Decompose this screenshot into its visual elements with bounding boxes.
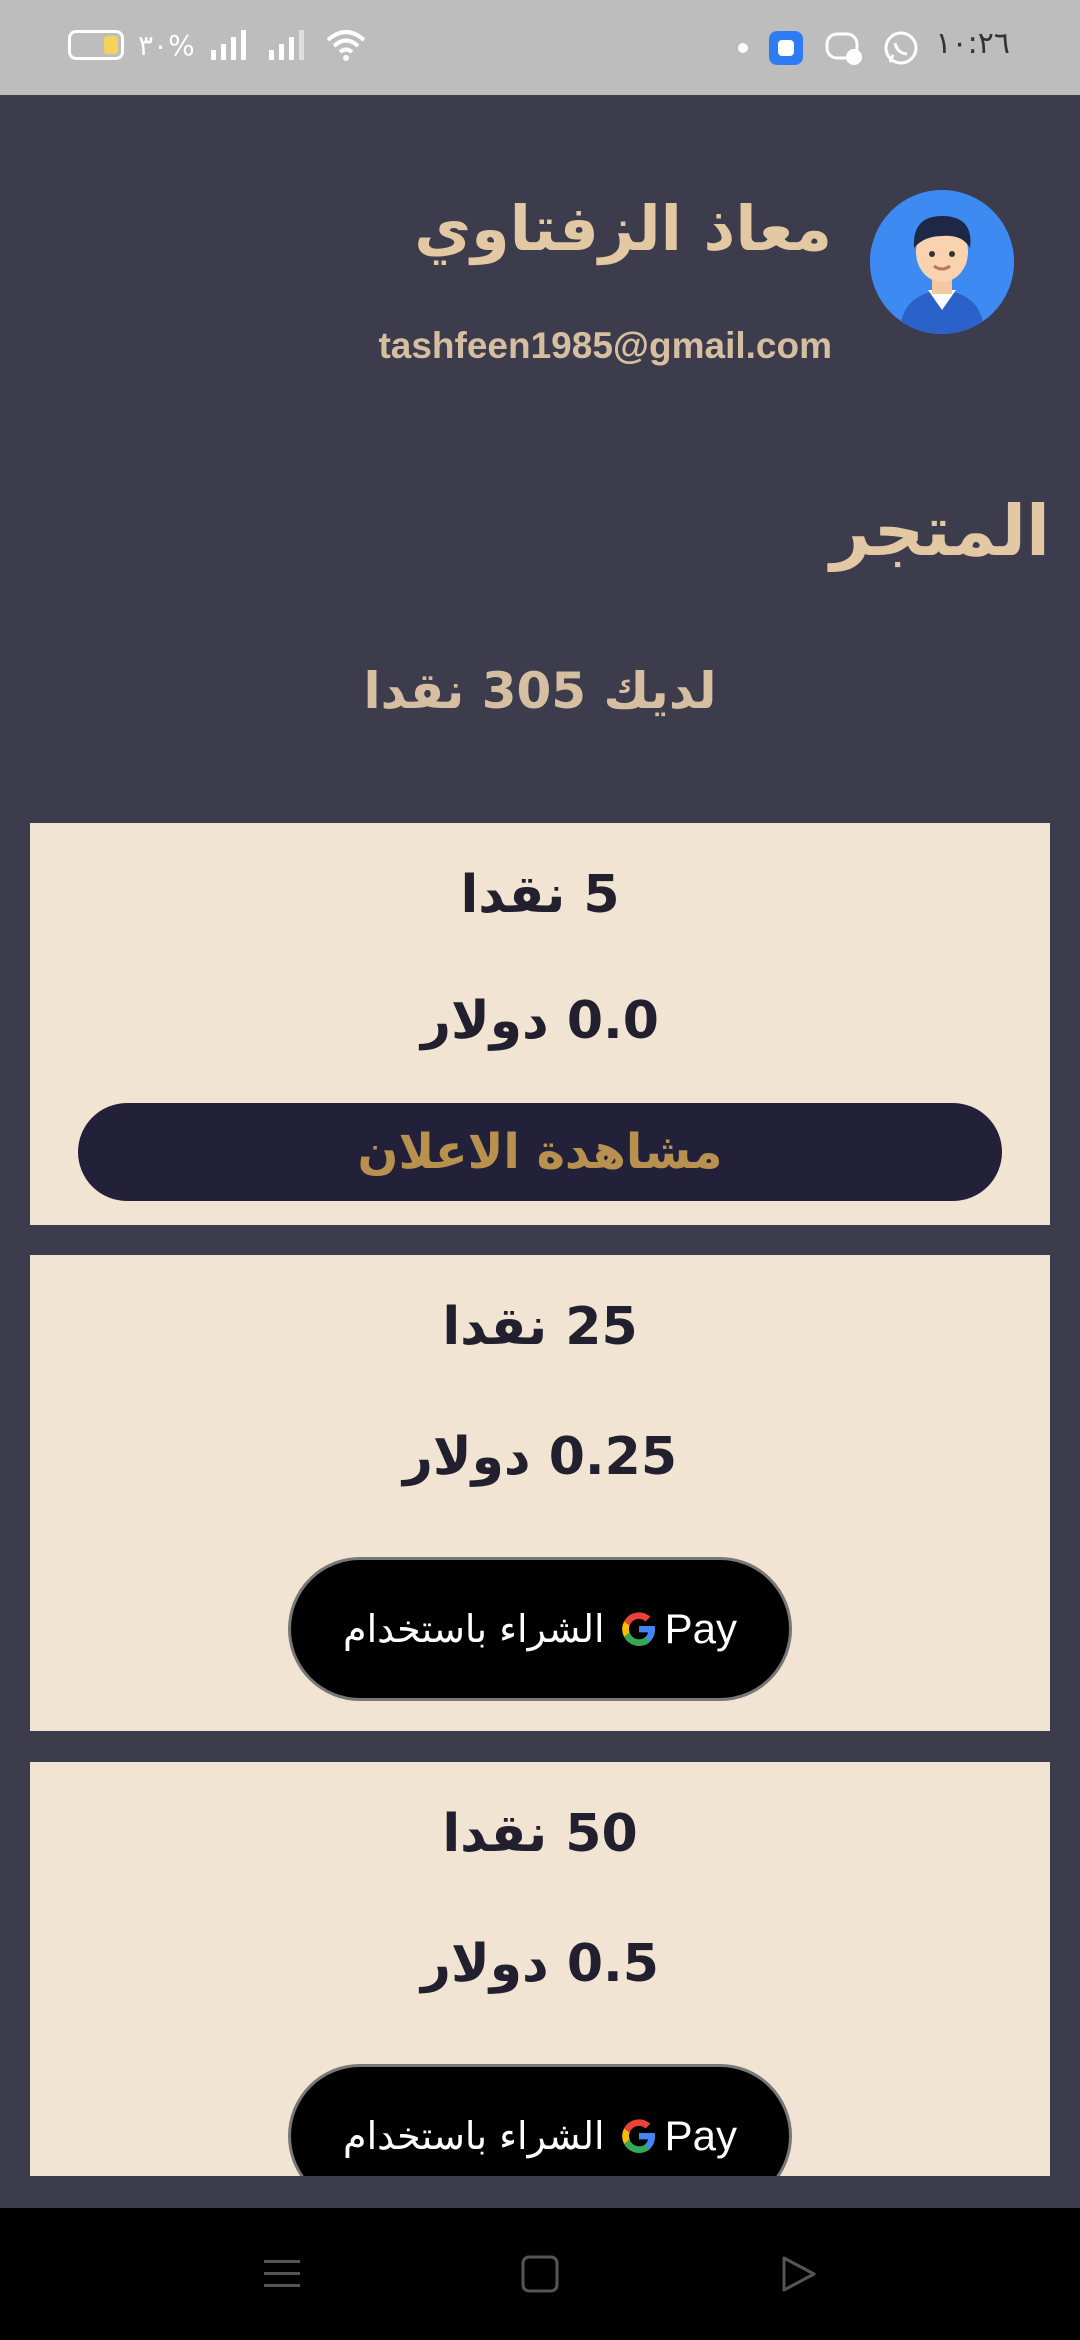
- battery-icon: [68, 30, 124, 60]
- signal-icon-2: [268, 30, 304, 60]
- clock: ١٠:٢٦: [935, 26, 1010, 61]
- pay-label: Pay: [664, 2112, 737, 2159]
- gpay-label: الشراء باستخدام: [343, 1607, 605, 1651]
- messenger-icon: [825, 32, 862, 65]
- menu-icon[interactable]: [262, 2254, 302, 2294]
- battery-percent: ٣٠%: [138, 28, 195, 62]
- google-pay-logo: Pay: [619, 1605, 737, 1653]
- pay-label: Pay: [664, 1605, 737, 1652]
- package-coins: 50 نقدا: [442, 1804, 638, 1864]
- google-pay-button[interactable]: الشراء باستخدام Pay: [288, 2064, 792, 2176]
- package-card: 5 نقدا 0.0 دولار مشاهدة الاعلان: [30, 823, 1050, 1225]
- package-card: 50 نقدا 0.5 دولار الشراء باستخدام Pay: [30, 1762, 1050, 2176]
- coin-balance: لديك 305 نقدا: [363, 662, 717, 720]
- status-bar: ٣٠% ١٠:٢٦: [0, 0, 1080, 95]
- package-card: 25 نقدا 0.25 دولار الشراء باستخدام Pay: [30, 1255, 1050, 1731]
- status-right: [738, 28, 920, 68]
- package-price: 0.25 دولار: [402, 1427, 678, 1487]
- page-title: المتجر: [830, 490, 1050, 572]
- user-email: tashfeen1985@gmail.com: [378, 325, 832, 366]
- gpay-label: الشراء باستخدام: [343, 2114, 605, 2158]
- google-g-icon: [621, 2119, 655, 2153]
- signal-icon: [210, 30, 246, 60]
- system-nav-bar: [0, 2208, 1080, 2340]
- package-price: 0.5 دولار: [421, 1934, 659, 1994]
- wifi-icon: [326, 30, 366, 61]
- dot-icon: [738, 43, 748, 53]
- watch-ad-button[interactable]: مشاهدة الاعلان: [78, 1103, 1002, 1201]
- home-icon[interactable]: [520, 2254, 560, 2294]
- google-pay-button[interactable]: الشراء باستخدام Pay: [288, 1557, 792, 1701]
- package-coins: 5 نقدا: [460, 865, 620, 925]
- status-left: ٣٠%: [68, 28, 367, 62]
- google-pay-logo: Pay: [619, 2112, 737, 2160]
- user-avatar-icon[interactable]: [870, 190, 1014, 334]
- package-coins: 25 نقدا: [442, 1297, 638, 1357]
- google-g-icon: [621, 1612, 655, 1646]
- whatsapp-icon: [884, 31, 918, 65]
- back-icon[interactable]: [778, 2254, 818, 2294]
- app-icon: [766, 28, 806, 68]
- user-name: معاذ الزفتاوي: [414, 192, 832, 265]
- package-price: 0.0 دولار: [421, 991, 659, 1051]
